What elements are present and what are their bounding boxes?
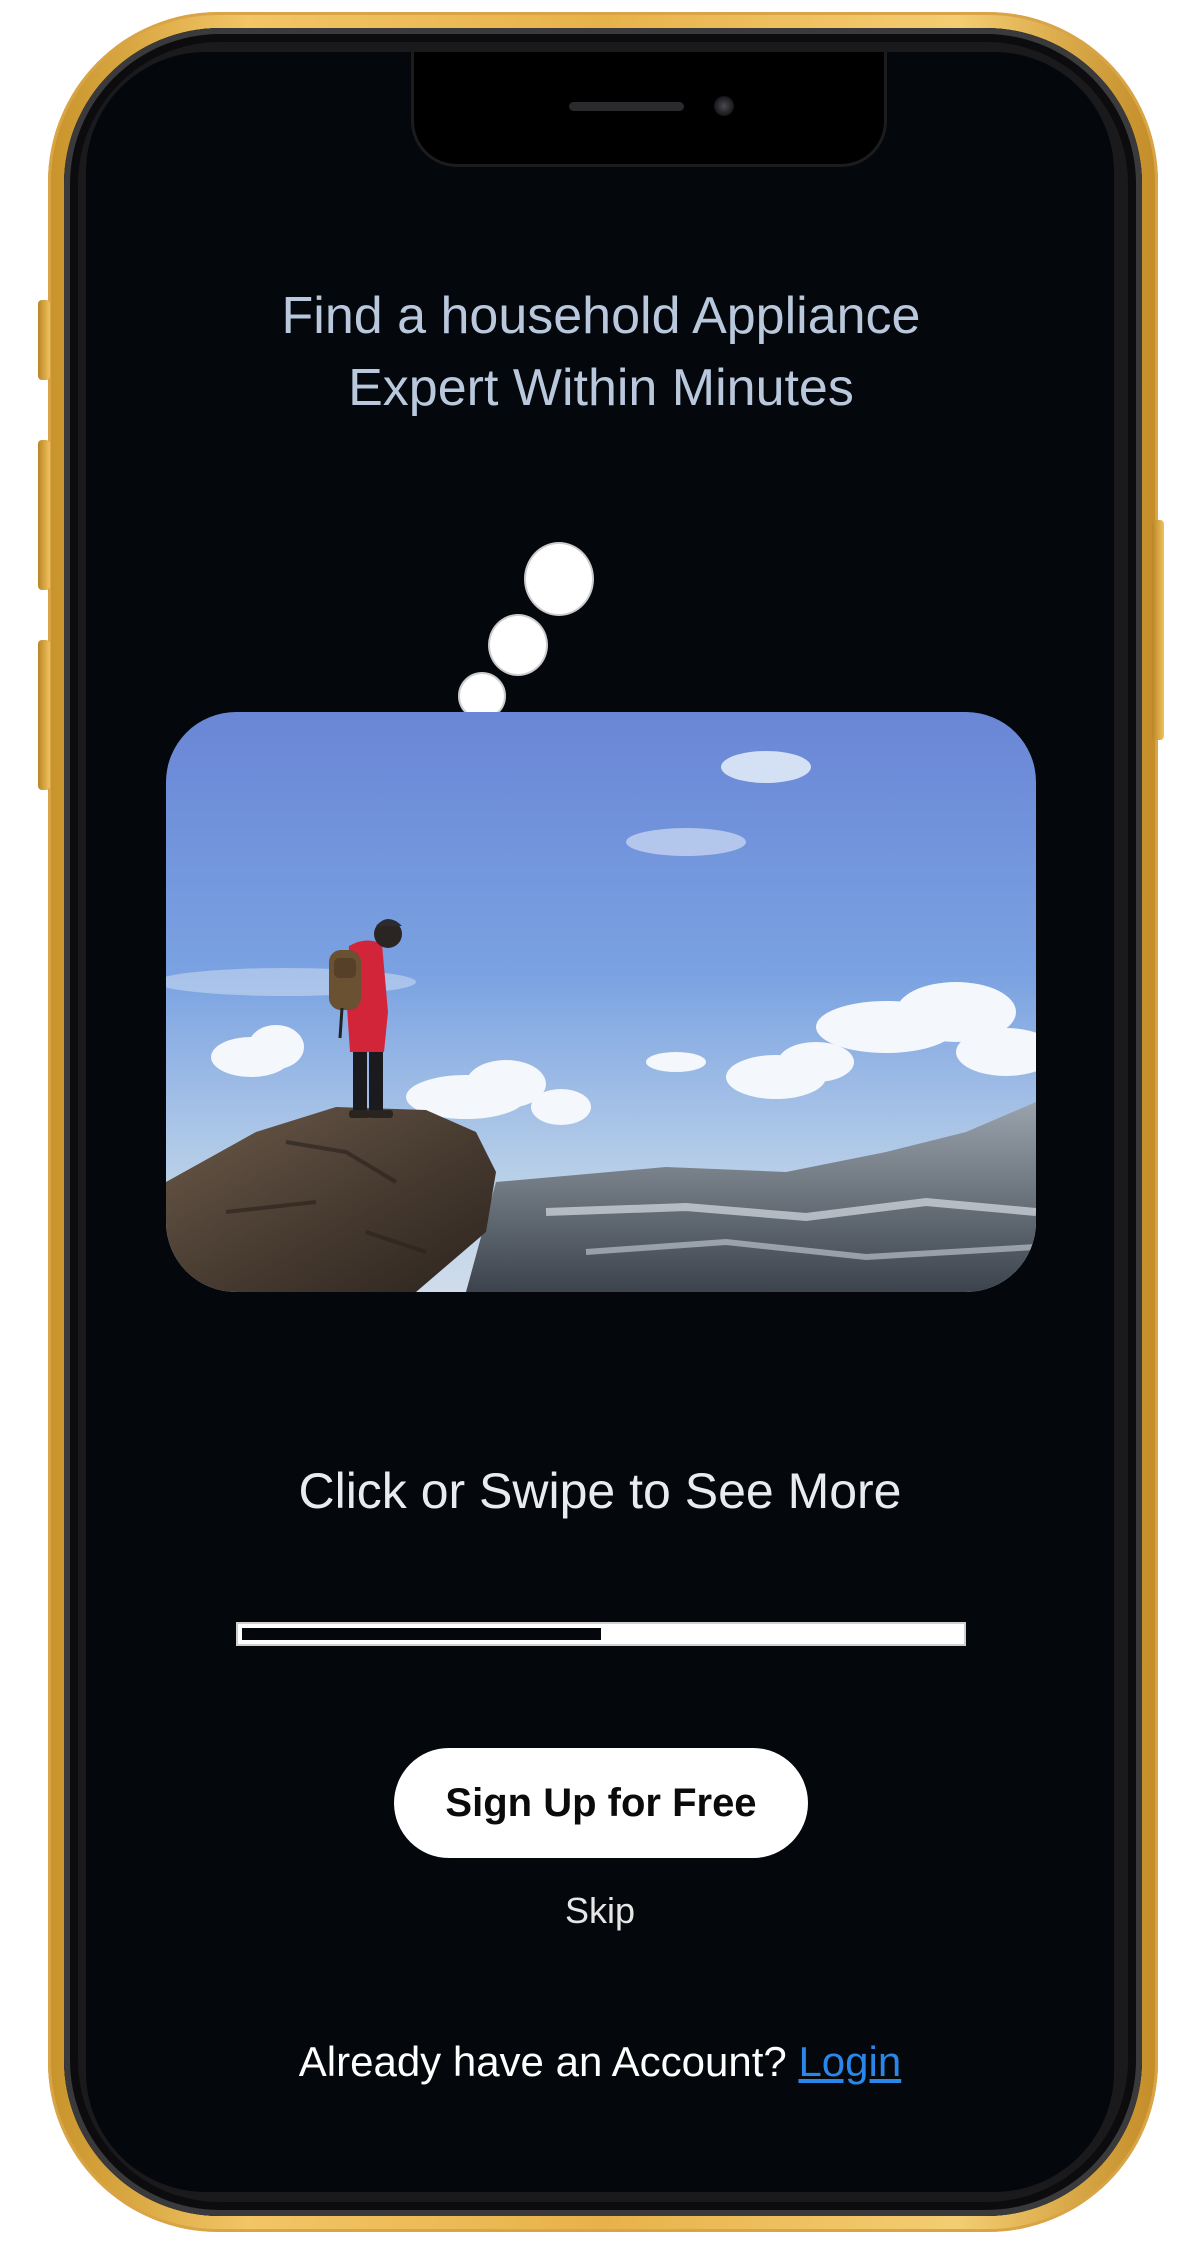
- phone-side-button: [38, 300, 50, 380]
- thought-bubble-large: [524, 542, 594, 616]
- phone-power-button: [1152, 520, 1164, 740]
- phone-volume-up: [38, 440, 50, 590]
- thought-bubble-medium: [488, 614, 548, 676]
- speaker-grille: [569, 102, 684, 111]
- skip-link[interactable]: Skip: [86, 1890, 1114, 1932]
- hiker-on-cliff-photo: [166, 712, 1036, 1292]
- account-prompt-text: Already have an Account?: [298, 2038, 787, 2085]
- photo-illustration: [166, 712, 1036, 1292]
- phone-notch: [411, 52, 887, 167]
- phone-volume-down: [38, 640, 50, 790]
- login-link[interactable]: Login: [798, 2038, 901, 2085]
- onboarding-progress-fill: [242, 1628, 601, 1640]
- swipe-hint: Click or Swipe to See More: [298, 1463, 902, 1519]
- front-camera-icon: [714, 96, 734, 116]
- app-screen: Find a household Appliance Expert Within…: [86, 52, 1114, 2192]
- sign-up-button[interactable]: Sign Up for Free: [394, 1748, 808, 1858]
- onboarding-progress-bar: [236, 1622, 966, 1646]
- login-prompt: Already have an Account? Login: [86, 2038, 1114, 2086]
- headline: Find a household Appliance Expert Within…: [281, 287, 921, 417]
